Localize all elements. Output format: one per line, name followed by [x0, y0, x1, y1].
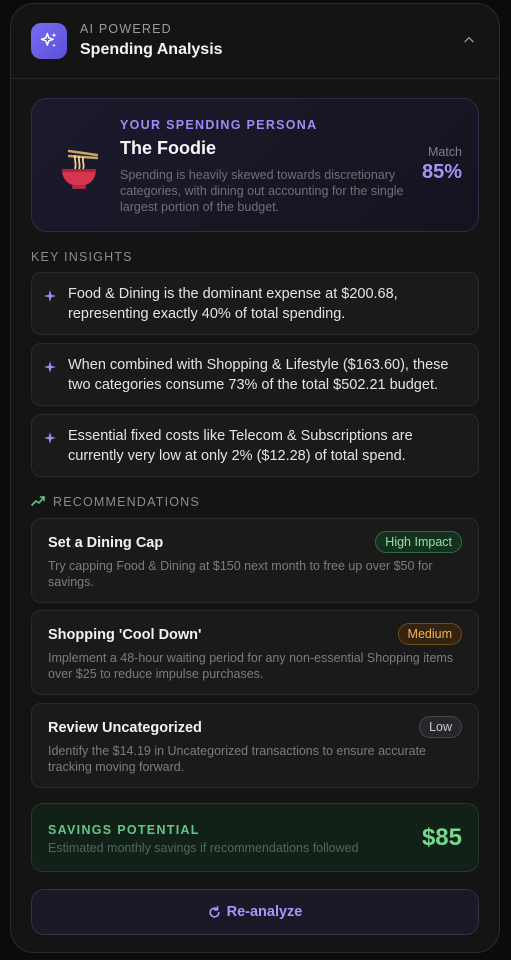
ai-analysis-panel: AI POWERED Spending Analysis YOUR SPENDI… — [10, 3, 500, 953]
impact-badge: High Impact — [375, 531, 462, 553]
recommendation-card[interactable]: Shopping 'Cool Down' Medium Implement a … — [31, 610, 479, 695]
savings-potential-card: SAVINGS POTENTIAL Estimated monthly savi… — [31, 803, 479, 872]
insight-text: Essential fixed costs like Telecom & Sub… — [68, 428, 413, 464]
recommendation-title: Set a Dining Cap — [48, 535, 164, 551]
insight-card: Food & Dining is the dominant expense at… — [31, 272, 479, 335]
sparkle-icon — [44, 361, 56, 373]
persona-kicker: YOUR SPENDING PERSONA — [120, 118, 318, 132]
refresh-icon — [208, 905, 220, 918]
persona-description: Spending is heavily skewed towards discr… — [120, 168, 404, 214]
persona-card: YOUR SPENDING PERSONA The Foodie Spendin… — [31, 98, 479, 232]
sparkle-icon — [44, 432, 56, 444]
insight-card: When combined with Shopping & Lifestyle … — [31, 343, 479, 406]
recommendation-card[interactable]: Review Uncategorized Low Identify the $1… — [31, 703, 479, 788]
noodle-bowl-icon — [62, 149, 99, 189]
recommendation-card[interactable]: Set a Dining Cap High Impact Try capping… — [31, 518, 479, 603]
savings-subtitle: Estimated monthly savings if recommendat… — [48, 841, 359, 855]
match-value: 85% — [421, 161, 462, 183]
panel-header: AI POWERED Spending Analysis — [11, 4, 499, 79]
persona-name: The Foodie — [120, 138, 216, 158]
collapse-button[interactable] — [459, 30, 479, 50]
impact-badge: Low — [419, 716, 462, 738]
recommendation-title: Shopping 'Cool Down' — [48, 627, 202, 643]
sparkles-icon — [31, 23, 67, 59]
panel-title: Spending Analysis — [80, 41, 223, 58]
impact-badge: Medium — [397, 623, 462, 645]
reanalyze-label: Re-analyze — [226, 904, 303, 920]
recommendation-description: Implement a 48-hour waiting period for a… — [48, 651, 454, 681]
chevron-up-icon — [464, 36, 474, 43]
recommendation-description: Identify the $14.19 in Uncategorized tra… — [48, 744, 427, 774]
sparkle-icon — [44, 290, 56, 302]
insight-text: Food & Dining is the dominant expense at… — [68, 286, 398, 322]
reanalyze-button[interactable]: Re-analyze — [31, 889, 479, 935]
trending-up-icon — [31, 496, 45, 506]
match-label: Match — [427, 145, 462, 159]
insight-text: When combined with Shopping & Lifestyle … — [68, 357, 449, 393]
insight-card: Essential fixed costs like Telecom & Sub… — [31, 414, 479, 477]
key-insights-heading: KEY INSIGHTS — [31, 250, 133, 264]
recommendation-title: Review Uncategorized — [48, 720, 202, 736]
savings-kicker: SAVINGS POTENTIAL — [48, 823, 200, 837]
recommendation-description: Try capping Food & Dining at $150 next m… — [48, 559, 433, 589]
recommendations-heading: RECOMMENDATIONS — [53, 495, 200, 509]
savings-value: $85 — [421, 824, 462, 851]
ai-powered-label: AI POWERED — [80, 22, 172, 36]
